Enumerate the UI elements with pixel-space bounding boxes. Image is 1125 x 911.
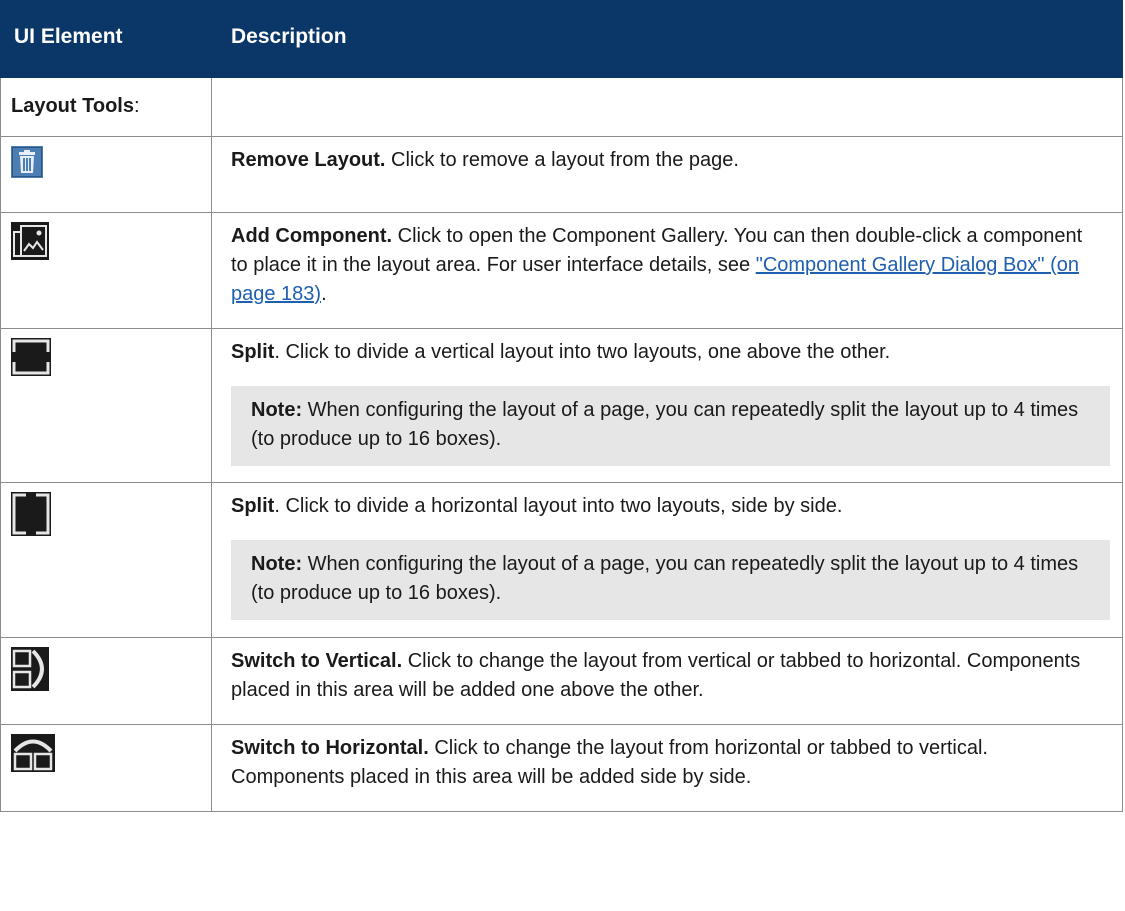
description-cell: Switch to Horizontal. Click to change th… [211,724,1123,812]
note-box: Note: When configuring the layout of a p… [231,386,1110,466]
table-row: Switch to Horizontal. Click to change th… [0,724,1123,812]
row-title: Remove Layout. [231,149,386,171]
element-cell [0,637,212,725]
row-description: Split. Click to divide a vertical layout… [231,338,1103,367]
description-cell: Add Component. Click to open the Compone… [211,212,1123,329]
switch-to-horizontal-icon [11,734,55,772]
section-label: Layout Tools [11,95,134,117]
note-text: When configuring the layout of a page, y… [251,399,1079,450]
note-label: Note: [251,399,303,421]
row-text: . Click to divide a horizontal layout in… [274,495,843,517]
element-cell [0,212,212,329]
section-empty-cell [211,77,1123,137]
header-ui-element: UI Element [0,0,212,78]
row-text: . Click to divide a vertical layout into… [274,341,891,363]
element-cell [0,136,212,213]
element-cell [0,482,212,638]
note-label: Note: [251,553,303,575]
note-box: Note: When configuring the layout of a p… [231,540,1110,620]
trash-icon [11,146,43,178]
element-cell [0,328,212,483]
section-colon: : [133,95,140,117]
description-cell: Split. Click to divide a horizontal layo… [211,482,1123,638]
table-row: Remove Layout. Click to remove a layout … [0,136,1123,213]
switch-to-vertical-icon [11,647,49,691]
split-horizontal-icon [11,492,51,536]
section-row: Layout Tools: [0,77,1123,137]
row-title: Split [231,495,275,517]
add-component-icon [11,222,49,260]
row-title: Add Component. [231,225,393,247]
header-description: Description [211,0,1123,78]
row-text: Click to remove a layout from the page. [385,149,739,171]
description-cell: Remove Layout. Click to remove a layout … [211,136,1123,213]
table-row: Split. Click to divide a horizontal layo… [0,482,1123,638]
note-text: When configuring the layout of a page, y… [251,553,1079,604]
ui-element-table: UI Element Description Layout Tools: Rem… [0,0,1123,812]
section-label-cell: Layout Tools: [0,77,212,137]
row-description: Split. Click to divide a horizontal layo… [231,492,1103,521]
description-cell: Switch to Vertical. Click to change the … [211,637,1123,725]
row-title: Switch to Horizontal. [231,737,429,759]
description-cell: Split. Click to divide a vertical layout… [211,328,1123,483]
table-row: Split. Click to divide a vertical layout… [0,328,1123,483]
table-header-row: UI Element Description [0,0,1123,78]
row-text-end: . [321,283,327,305]
element-cell [0,724,212,812]
row-title: Switch to Vertical. [231,650,403,672]
split-vertical-icon [11,338,51,376]
table-row: Add Component. Click to open the Compone… [0,212,1123,329]
row-title: Split [231,341,275,363]
table-row: Switch to Vertical. Click to change the … [0,637,1123,725]
